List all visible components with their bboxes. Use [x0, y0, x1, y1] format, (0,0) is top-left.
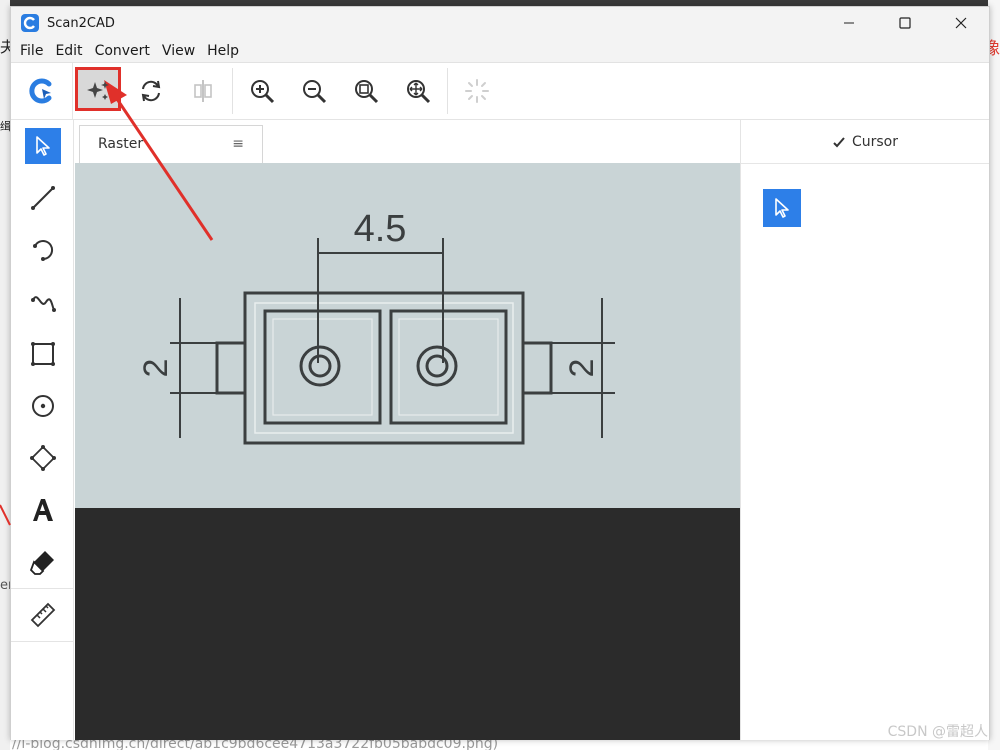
ruler-icon: [30, 602, 55, 628]
raster-image[interactable]: 4.5 2 2: [75, 163, 740, 508]
measure-tool-button[interactable]: [11, 589, 74, 641]
title-bar[interactable]: Scan2CAD: [11, 7, 989, 39]
maximize-icon: [899, 17, 911, 29]
polygon-tool-button[interactable]: [11, 432, 74, 484]
tab-menu-icon[interactable]: ≡: [232, 136, 244, 152]
csdn-watermark: CSDN @雷超人: [887, 724, 988, 740]
zoom-out-button[interactable]: [288, 65, 340, 117]
menu-convert[interactable]: Convert: [90, 43, 155, 59]
curve-icon: [30, 296, 56, 312]
text-icon: [32, 499, 53, 521]
dimension-right-text: 2: [563, 359, 601, 378]
window-title: Scan2CAD: [47, 15, 115, 31]
spinner-icon: [465, 79, 489, 103]
menu-bar: File Edit Convert View Help: [11, 39, 989, 63]
panel-header: Cursor: [741, 120, 989, 164]
rectangle-icon: [30, 342, 55, 366]
rectangle-tool-button[interactable]: [11, 328, 74, 380]
zoom-fit-button[interactable]: [340, 65, 392, 117]
main-toolbar: [11, 63, 989, 120]
technical-drawing-image: 4.5 2 2: [137, 208, 615, 445]
menu-help[interactable]: Help: [202, 43, 244, 59]
cursor-mode-button[interactable]: [763, 189, 801, 227]
workspace: Raster ≡ 4.5 2 2 Cursor: [11, 120, 989, 740]
dimension-left-text: 2: [137, 359, 175, 378]
left-toolbar: [11, 120, 74, 740]
circle-icon: [31, 395, 54, 417]
tools-separator: [11, 641, 74, 642]
line-tool-button[interactable]: [11, 172, 74, 224]
vectorize-button[interactable]: [73, 65, 125, 117]
eraser-icon: [29, 551, 54, 575]
menu-file[interactable]: File: [15, 43, 48, 59]
toolbar-separator: [447, 68, 448, 114]
panel-title: Cursor: [851, 133, 899, 150]
zoom-fit-icon: [355, 80, 379, 104]
app-logo-icon: [21, 14, 39, 32]
maximize-button[interactable]: [877, 7, 933, 39]
text-tool-button[interactable]: [11, 484, 74, 536]
circle-tool-button[interactable]: [11, 380, 74, 432]
line-icon: [30, 186, 55, 210]
eraser-tool-button[interactable]: [11, 536, 74, 588]
menu-edit[interactable]: Edit: [50, 43, 87, 59]
cursor-icon: [775, 198, 789, 218]
toolbar-separator: [232, 68, 233, 114]
arc-tool-button[interactable]: [11, 224, 74, 276]
tab-raster[interactable]: Raster ≡: [79, 125, 263, 164]
cursor-tool-button[interactable]: [11, 120, 74, 172]
background-window-left: [0, 0, 10, 750]
zoom-in-button[interactable]: [236, 65, 288, 117]
zoom-in-icon: [251, 80, 275, 104]
zoom-pan-icon: [407, 80, 431, 104]
rotate-icon: [141, 80, 161, 102]
minimize-button[interactable]: [821, 7, 877, 39]
flip-icon: [194, 80, 212, 102]
rotate-button[interactable]: [125, 65, 177, 117]
document-tab-strip: Raster ≡: [75, 120, 740, 164]
sparkle-icon: [87, 81, 109, 100]
zoom-pan-button[interactable]: [392, 65, 444, 117]
zoom-out-icon: [303, 80, 327, 104]
close-button[interactable]: [933, 7, 989, 39]
cursor-icon: [35, 136, 50, 156]
tab-label: Raster: [98, 136, 144, 152]
check-icon: [833, 136, 845, 147]
curve-tool-button[interactable]: [11, 276, 74, 328]
arc-icon: [32, 240, 53, 261]
menu-view[interactable]: View: [157, 43, 200, 59]
scan2cad-window: Scan2CAD File Edit Convert View Help Ras…: [10, 6, 990, 740]
dimension-top-text: 4.5: [354, 208, 407, 250]
properties-panel: Cursor: [740, 120, 989, 740]
processing-button[interactable]: [451, 65, 503, 117]
polygon-icon: [29, 445, 56, 471]
flip-button[interactable]: [177, 65, 229, 117]
drawing-canvas[interactable]: Raster ≡ 4.5 2 2: [75, 120, 740, 740]
home-button[interactable]: [11, 63, 73, 119]
scan2cad-logo-icon: [28, 78, 51, 104]
close-icon: [955, 17, 967, 29]
minimize-icon: [844, 22, 854, 24]
